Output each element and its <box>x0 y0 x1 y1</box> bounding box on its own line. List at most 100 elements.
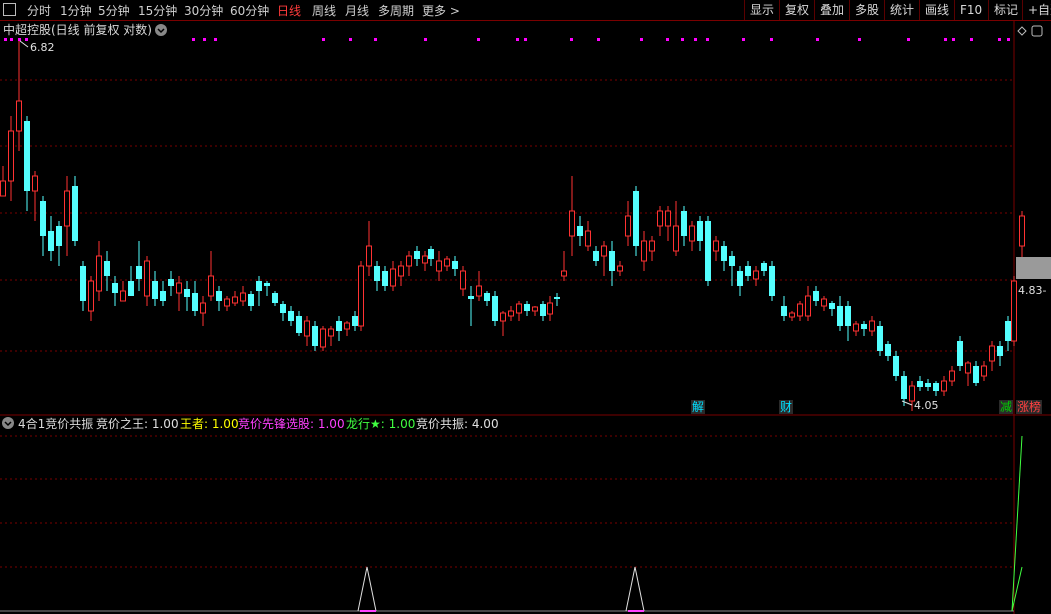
period-toolbar: 分时 1分钟 5分钟 15分钟 30分钟 60分钟 日线 周线 月线 多周期 更多 > 显示 复权 叠加… <box>0 0 1051 21</box>
candle-body <box>540 304 546 316</box>
candle-body <box>933 383 939 391</box>
candle-body <box>460 270 466 290</box>
candle-body <box>869 320 875 332</box>
candle-body <box>176 282 182 294</box>
candle-body <box>853 323 859 332</box>
toolbar-button-3[interactable]: 多股 <box>849 0 884 20</box>
candle-body <box>721 246 727 261</box>
candle-body <box>422 255 428 264</box>
indicator-item-2: 竞价先锋选股: 1.00 <box>238 417 345 431</box>
candle-body <box>352 316 358 326</box>
signal-marker <box>907 38 910 41</box>
period-tab-7[interactable]: 周线 <box>312 2 336 19</box>
period-tab-5[interactable]: 60分钟 <box>230 2 269 19</box>
high-price-pointer <box>19 40 29 48</box>
toolbar-button-7[interactable]: 标记 <box>988 0 1023 20</box>
candle-body <box>256 281 262 291</box>
candle-body <box>737 271 743 286</box>
period-tab-3[interactable]: 15分钟 <box>138 2 177 19</box>
event-label-0: 解 <box>692 400 704 414</box>
candle-body <box>625 215 631 237</box>
candle-body <box>104 261 110 276</box>
candle-body <box>813 291 819 301</box>
candle-body <box>492 296 498 321</box>
toolbar-button-8[interactable]: +自选 <box>1022 0 1051 20</box>
candle-body <box>436 260 442 272</box>
title-menu-chevron-icon[interactable] <box>155 24 167 36</box>
candle-body <box>697 221 703 241</box>
diamond-icon <box>1017 26 1027 36</box>
candle-body <box>965 362 971 374</box>
candle-body <box>585 230 591 247</box>
candle-body <box>200 302 206 314</box>
toolbar-button-5[interactable]: 画线 <box>919 0 954 20</box>
panel-toggle-icon[interactable] <box>3 3 16 16</box>
period-tab-8[interactable]: 月线 <box>345 2 369 19</box>
toolbar-button-1[interactable]: 复权 <box>779 0 814 20</box>
candle-body <box>168 279 174 286</box>
candle-body <box>64 190 70 227</box>
toolbar-button-0[interactable]: 显示 <box>744 0 779 20</box>
indicator-item-label: 竞价共振: <box>416 417 468 431</box>
candle-body <box>745 266 751 276</box>
signal-marker <box>640 38 643 41</box>
toolbar-button-2[interactable]: 叠加 <box>814 0 849 20</box>
candle-body <box>468 296 474 299</box>
indicator-item-value: 1.00 <box>148 417 179 431</box>
candle-body <box>601 245 607 257</box>
candle-body <box>617 265 623 272</box>
period-tab-2[interactable]: 5分钟 <box>98 2 130 19</box>
candle-body <box>554 297 560 299</box>
candle-body <box>705 221 711 281</box>
event-label-3: 涨榜 <box>1017 399 1041 414</box>
candle-body <box>160 291 166 301</box>
indicator-item-label: 竞价之王: <box>96 417 148 431</box>
candle-body <box>649 240 655 252</box>
candle-body <box>144 260 150 297</box>
period-tab-10[interactable]: 更多 > <box>422 2 460 19</box>
period-tab-0[interactable]: 分时 <box>27 2 51 19</box>
candle-body <box>981 365 987 377</box>
indicator-item-value: 1.00 <box>314 417 345 431</box>
period-tab-9[interactable]: 多周期 <box>378 2 414 19</box>
candle-body <box>925 383 931 387</box>
candle-body <box>861 324 867 329</box>
signal-marker <box>970 38 973 41</box>
candle-body <box>713 240 719 252</box>
candle-body <box>120 290 126 302</box>
candle-body <box>414 251 420 259</box>
signal-marker <box>998 38 1001 41</box>
candle-body <box>40 201 46 236</box>
signal-marker <box>424 38 427 41</box>
candle-body <box>657 210 663 227</box>
period-tab-6[interactable]: 日线 <box>277 2 301 19</box>
candle-body <box>128 281 134 296</box>
candle-body <box>753 270 759 280</box>
candle-body <box>941 380 947 392</box>
indicator-item-label: 竞价先锋选股: <box>238 417 314 431</box>
indicator-item-1: 王者: 1.00 <box>180 417 239 431</box>
candle-body <box>344 322 350 330</box>
indicator-menu-icon[interactable] <box>2 417 14 429</box>
toolbar-button-4[interactable]: 统计 <box>884 0 919 20</box>
price-tag-box <box>1016 257 1051 279</box>
price-axis-label: 4.83- <box>1018 284 1046 297</box>
candle-body <box>184 289 190 297</box>
candle-body <box>16 100 22 132</box>
candle-body <box>248 294 254 306</box>
candlestick-series <box>0 41 1025 411</box>
signal-marker <box>214 38 217 41</box>
signal-marker <box>858 38 861 41</box>
indicator-item-value: 1.00 <box>208 417 239 431</box>
toolbar-button-6[interactable]: F10 <box>954 0 987 20</box>
candle-body <box>444 258 450 267</box>
candle-body <box>877 326 883 351</box>
signal-marker <box>570 38 573 41</box>
period-tab-1[interactable]: 1分钟 <box>60 2 92 19</box>
candle-body <box>406 255 412 267</box>
period-tab-4[interactable]: 30分钟 <box>184 2 223 19</box>
signal-marker <box>477 38 480 41</box>
indicator-line-main <box>357 566 377 612</box>
signal-marker <box>816 38 819 41</box>
candle-body <box>272 293 278 303</box>
